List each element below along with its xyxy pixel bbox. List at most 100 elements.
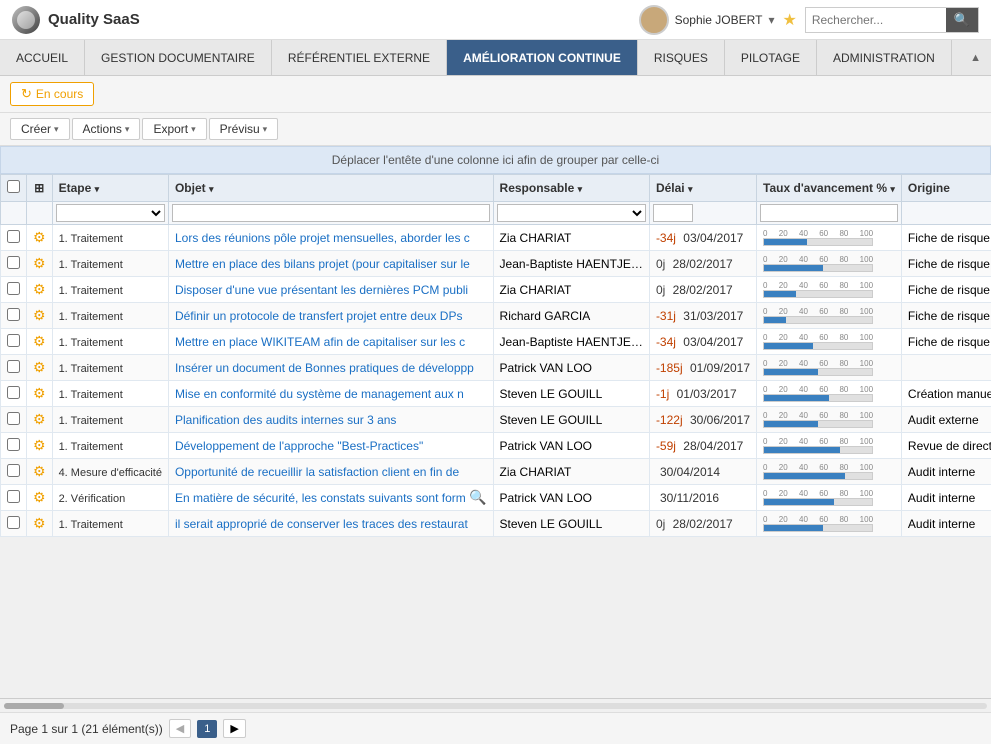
- col-header-check: [1, 175, 27, 202]
- objet-link[interactable]: Insérer un document de Bonnes pratiques …: [175, 361, 474, 375]
- etape-filter-icon[interactable]: ▾: [95, 184, 100, 194]
- nav-item-gestion[interactable]: GESTION DOCUMENTAIRE: [85, 40, 272, 75]
- preview-button[interactable]: Prévisu ▾: [209, 118, 279, 140]
- nav-item-accueil[interactable]: ACCUEIL: [0, 40, 85, 75]
- row-delai: -34j 03/04/2017: [649, 225, 756, 251]
- horizontal-scrollbar[interactable]: [0, 698, 991, 712]
- row-checkbox[interactable]: [7, 412, 20, 425]
- row-taux: 020406080100: [757, 381, 902, 407]
- actions-button[interactable]: Actions ▾: [72, 118, 141, 140]
- delai-value: 0j: [656, 257, 665, 271]
- row-checkbox-cell: [1, 225, 27, 251]
- row-delai: -122j 30/06/2017: [649, 407, 756, 433]
- date-value: 28/02/2017: [673, 257, 733, 271]
- row-checkbox[interactable]: [7, 308, 20, 321]
- row-gear-icon[interactable]: ⚙: [33, 333, 46, 349]
- step-label: 1. Traitement: [59, 259, 123, 271]
- row-gear-icon[interactable]: ⚙: [33, 437, 46, 453]
- row-step: 4. Mesure d'efficacité: [52, 459, 168, 485]
- objet-link[interactable]: Mettre en place WIKITEAM afin de capital…: [175, 335, 465, 349]
- search-input[interactable]: [806, 10, 946, 30]
- actions-label: Actions: [83, 122, 122, 136]
- row-checkbox[interactable]: [7, 438, 20, 451]
- objet-link[interactable]: Opportunité de recueillir la satisfactio…: [175, 465, 459, 479]
- search-icon[interactable]: 🔍: [469, 489, 486, 505]
- row-gear-icon[interactable]: ⚙: [33, 385, 46, 401]
- objet-link[interactable]: Définir un protocole de transfert projet…: [175, 309, 462, 323]
- nav-item-risques[interactable]: RISQUES: [638, 40, 725, 75]
- favorite-icon[interactable]: ★: [782, 10, 796, 30]
- next-page-button[interactable]: ▶: [223, 719, 245, 738]
- nav-item-administration[interactable]: ADMINISTRATION: [817, 40, 952, 75]
- row-origine: Fiche de risque: [901, 277, 991, 303]
- responsable-value: Patrick VAN LOO: [500, 439, 592, 453]
- delai-filter-input[interactable]: [653, 204, 693, 222]
- row-objet: Définir un protocole de transfert projet…: [168, 303, 493, 329]
- row-gear-icon[interactable]: ⚙: [33, 307, 46, 323]
- objet-link[interactable]: Disposer d'une vue présentant les derniè…: [175, 283, 468, 297]
- prev-page-button[interactable]: ◀: [169, 719, 191, 738]
- scrollbar-thumb[interactable]: [4, 703, 64, 709]
- select-all-checkbox[interactable]: [7, 180, 20, 193]
- objet-filter-input[interactable]: [172, 204, 490, 222]
- row-step: 1. Traitement: [52, 251, 168, 277]
- table-row: ⚙ 1. Traitement Mise en conformité du sy…: [1, 381, 991, 407]
- row-checkbox[interactable]: [7, 490, 20, 503]
- taux-filter-input[interactable]: [760, 204, 898, 222]
- nav-item-referentiel[interactable]: RÉFÉRENTIEL EXTERNE: [272, 40, 447, 75]
- row-origine: Audit interne: [901, 511, 991, 537]
- nav-item-amelioration[interactable]: AMÉLIORATION CONTINUE: [447, 40, 638, 75]
- row-gear-icon[interactable]: ⚙: [33, 515, 46, 531]
- date-value: 30/06/2017: [690, 413, 750, 427]
- row-taux: 020406080100: [757, 303, 902, 329]
- page-1-button[interactable]: 1: [197, 720, 217, 738]
- row-gear-icon[interactable]: ⚙: [33, 359, 46, 375]
- row-gear-icon[interactable]: ⚙: [33, 489, 46, 505]
- etape-filter-select[interactable]: [56, 204, 165, 222]
- row-gear-icon[interactable]: ⚙: [33, 229, 46, 245]
- row-checkbox[interactable]: [7, 516, 20, 529]
- row-gear-icon[interactable]: ⚙: [33, 411, 46, 427]
- taux-filter-icon[interactable]: ▾: [890, 184, 895, 194]
- row-origine: [901, 355, 991, 381]
- responsable-filter-select[interactable]: [497, 204, 646, 222]
- responsable-filter-icon[interactable]: ▾: [578, 184, 583, 194]
- objet-link[interactable]: Lors des réunions pôle projet mensuelles…: [175, 231, 470, 245]
- step-label: 1. Traitement: [59, 519, 123, 531]
- row-gear-icon[interactable]: ⚙: [33, 281, 46, 297]
- row-checkbox[interactable]: [7, 334, 20, 347]
- row-checkbox[interactable]: [7, 256, 20, 269]
- row-checkbox[interactable]: [7, 282, 20, 295]
- row-checkbox[interactable]: [7, 360, 20, 373]
- step-label: 1. Traitement: [59, 441, 123, 453]
- row-checkbox-cell: [1, 407, 27, 433]
- row-expand-cell: ⚙: [27, 381, 53, 407]
- group-header-text: Déplacer l'entête d'une colonne ici afin…: [332, 153, 659, 167]
- delai-filter-icon[interactable]: ▾: [688, 184, 693, 194]
- objet-link[interactable]: Mise en conformité du système de managem…: [175, 387, 464, 401]
- delai-value: -34j: [656, 335, 676, 349]
- row-taux: 020406080100: [757, 511, 902, 537]
- create-button[interactable]: Créer ▾: [10, 118, 70, 140]
- objet-link[interactable]: En matière de sécurité, les constats sui…: [175, 491, 466, 505]
- row-delai: 30/04/2014: [649, 459, 756, 485]
- export-button[interactable]: Export ▾: [142, 118, 206, 140]
- origine-value: Audit externe: [908, 413, 979, 427]
- row-checkbox[interactable]: [7, 464, 20, 477]
- row-checkbox[interactable]: [7, 230, 20, 243]
- row-objet: Insérer un document de Bonnes pratiques …: [168, 355, 493, 381]
- expand-all-icon[interactable]: ⊞: [34, 181, 44, 195]
- nav-collapse-button[interactable]: ▲: [960, 48, 991, 68]
- user-dropdown-icon[interactable]: ▾: [768, 13, 774, 27]
- row-gear-icon[interactable]: ⚙: [33, 255, 46, 271]
- objet-link[interactable]: Mettre en place des bilans projet (pour …: [175, 257, 470, 271]
- row-checkbox[interactable]: [7, 386, 20, 399]
- status-button[interactable]: ↻ En cours: [10, 82, 94, 106]
- objet-link[interactable]: il serait approprié de conserver les tra…: [175, 517, 468, 531]
- objet-link[interactable]: Planification des audits internes sur 3 …: [175, 413, 396, 427]
- objet-link[interactable]: Développement de l'approche "Best-Practi…: [175, 439, 423, 453]
- objet-filter-icon[interactable]: ▾: [209, 184, 214, 194]
- row-gear-icon[interactable]: ⚙: [33, 463, 46, 479]
- nav-item-pilotage[interactable]: PILOTAGE: [725, 40, 817, 75]
- search-button[interactable]: 🔍: [946, 8, 978, 32]
